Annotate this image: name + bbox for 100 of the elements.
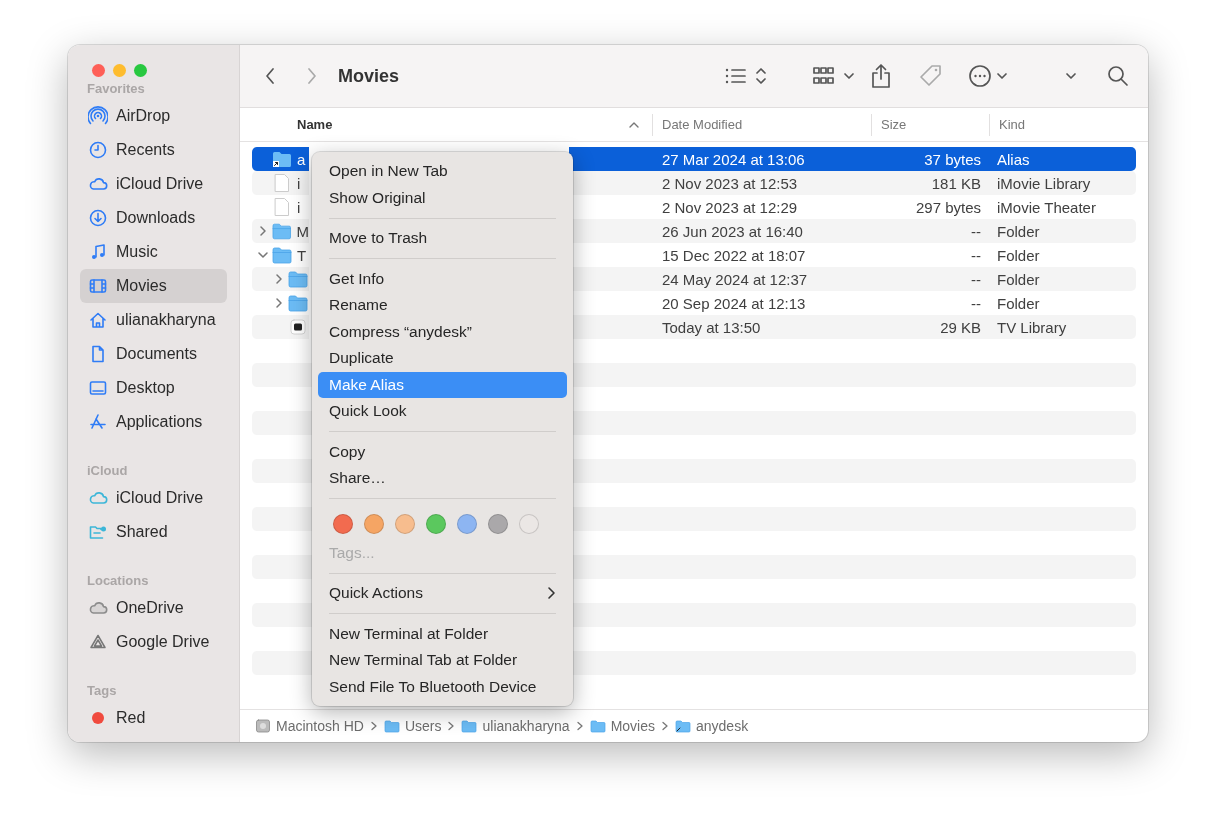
name-cell[interactable] bbox=[252, 315, 309, 339]
menu-item[interactable]: Send File To Bluetooth Device bbox=[318, 673, 567, 700]
path-item[interactable]: anydesk bbox=[675, 718, 749, 734]
menu-item[interactable]: Get Info bbox=[318, 265, 567, 292]
name-cell[interactable]: i bbox=[252, 195, 309, 219]
path-item[interactable]: Macintosh HD bbox=[255, 718, 364, 734]
window-title: Movies bbox=[338, 65, 400, 87]
search-icon[interactable] bbox=[1106, 64, 1130, 88]
close-button[interactable] bbox=[92, 64, 105, 77]
film-icon bbox=[88, 276, 108, 296]
chevron-right-icon[interactable] bbox=[257, 225, 269, 237]
tag-dot bbox=[92, 712, 104, 724]
desktop-icon bbox=[88, 378, 108, 398]
menu-item[interactable]: Rename bbox=[318, 292, 567, 319]
chevron-down-icon[interactable] bbox=[257, 249, 269, 261]
name-cell[interactable]: a bbox=[252, 147, 309, 171]
app-store-icon bbox=[88, 412, 108, 432]
sidebar-item[interactable]: iCloud Drive bbox=[80, 167, 227, 201]
menu-item[interactable]: Open in New Tab bbox=[318, 158, 567, 185]
tag-color-dot[interactable] bbox=[333, 513, 353, 534]
sidebar-item[interactable]: OneDrive bbox=[80, 591, 227, 625]
tag-color-dot[interactable] bbox=[364, 513, 384, 534]
sidebar-item[interactable]: AirDrop bbox=[80, 99, 227, 133]
zoom-button[interactable] bbox=[134, 64, 147, 77]
sidebar-item[interactable]: ulianakharyna bbox=[80, 303, 227, 337]
file-kind: Folder bbox=[989, 219, 1136, 243]
download-icon bbox=[88, 208, 108, 228]
file-kind: iMovie Theater bbox=[996, 197, 1097, 218]
document-icon bbox=[272, 197, 292, 217]
tag-color-dot[interactable] bbox=[426, 513, 446, 534]
menu-item[interactable]: Move to Trash bbox=[318, 225, 567, 252]
menu-item[interactable]: Duplicate bbox=[318, 345, 567, 372]
tag-color-dot[interactable] bbox=[488, 513, 508, 534]
chevron-right-icon bbox=[546, 586, 556, 601]
sidebar-item[interactable]: Red bbox=[80, 701, 227, 735]
date-modified: 2 Nov 2023 at 12:29 bbox=[661, 197, 799, 218]
alias-folder-icon bbox=[272, 150, 292, 168]
file-size: -- bbox=[970, 245, 982, 266]
grid-view-icon[interactable] bbox=[812, 65, 856, 87]
chevron-right-icon[interactable] bbox=[273, 297, 285, 309]
name-cell[interactable] bbox=[252, 267, 309, 291]
tag-icon[interactable] bbox=[918, 63, 944, 89]
name-cell[interactable]: i bbox=[252, 171, 309, 195]
menu-item[interactable]: Quick Actions bbox=[318, 580, 567, 607]
date-modified: 27 Mar 2024 at 13:06 bbox=[569, 147, 871, 171]
name-cell[interactable]: M bbox=[252, 219, 309, 243]
file-size: -- bbox=[871, 219, 989, 243]
menu-item[interactable]: New Terminal at Folder bbox=[318, 620, 567, 647]
folder-icon bbox=[461, 719, 478, 733]
file-kind: Folder bbox=[989, 267, 1136, 291]
menu-item[interactable]: Compress “anydesk” bbox=[318, 318, 567, 345]
folder-icon bbox=[383, 719, 400, 733]
menu-item[interactable]: Show Original bbox=[318, 184, 567, 211]
sidebar-heading: Locations bbox=[86, 572, 150, 590]
file-kind: Folder bbox=[996, 293, 1041, 314]
sidebar-item[interactable]: Documents bbox=[80, 337, 227, 371]
file-size: 37 bytes bbox=[871, 147, 989, 171]
column-header[interactable]: Date Modified bbox=[652, 113, 871, 136]
sidebar-item[interactable]: Shared bbox=[80, 515, 227, 549]
sidebar-item[interactable]: Recents bbox=[80, 133, 227, 167]
column-header[interactable]: Kind bbox=[989, 113, 1148, 136]
column-header[interactable]: Name bbox=[240, 113, 652, 136]
chevron-right-icon[interactable] bbox=[273, 273, 285, 285]
tag-color-dot[interactable] bbox=[519, 513, 539, 534]
house-icon bbox=[88, 310, 108, 330]
list-view-icon[interactable] bbox=[724, 65, 768, 87]
file-name: i bbox=[297, 198, 301, 216]
menu-item[interactable]: Share… bbox=[318, 465, 567, 492]
sidebar-item[interactable]: iCloud Drive bbox=[80, 481, 227, 515]
sidebar-item[interactable]: Desktop bbox=[80, 371, 227, 405]
sidebar-item[interactable]: Google Drive bbox=[80, 625, 227, 659]
menu-item[interactable]: Copy bbox=[318, 438, 567, 465]
menu-item[interactable]: New Terminal Tab at Folder bbox=[318, 647, 567, 674]
tag-color-dot[interactable] bbox=[457, 513, 477, 534]
hard-drive-icon bbox=[255, 718, 271, 734]
tag-color-dot[interactable] bbox=[395, 513, 415, 534]
sidebar-item[interactable]: Music bbox=[80, 235, 227, 269]
folder-icon bbox=[288, 294, 308, 312]
chevron-right-icon bbox=[369, 721, 378, 731]
menu-item[interactable]: Quick Look bbox=[318, 398, 567, 425]
sidebar-item[interactable]: Applications bbox=[80, 405, 227, 439]
forward-chevron-icon[interactable] bbox=[306, 66, 318, 86]
folder-icon bbox=[589, 719, 606, 733]
date-modified: 15 Dec 2022 at 18:07 bbox=[661, 245, 807, 266]
folder-icon bbox=[272, 222, 292, 240]
sidebar-item[interactable]: Downloads bbox=[80, 201, 227, 235]
column-header[interactable]: Size bbox=[871, 113, 989, 136]
file-kind: Alias bbox=[989, 147, 1136, 171]
name-cell[interactable]: T bbox=[252, 243, 309, 267]
path-item[interactable]: Users bbox=[383, 718, 442, 734]
sidebar-item[interactable]: Movies bbox=[80, 269, 227, 303]
back-chevron-icon[interactable] bbox=[264, 66, 276, 86]
share-icon[interactable] bbox=[870, 63, 892, 89]
path-item[interactable]: Movies bbox=[589, 718, 655, 734]
file-kind: Folder bbox=[996, 245, 1041, 266]
folder-icon bbox=[272, 246, 292, 264]
path-item[interactable]: ulianakharyna bbox=[461, 718, 570, 734]
document-icon bbox=[272, 173, 292, 193]
file-kind: iMovie Library bbox=[989, 171, 1136, 195]
file-name: i bbox=[297, 174, 301, 192]
